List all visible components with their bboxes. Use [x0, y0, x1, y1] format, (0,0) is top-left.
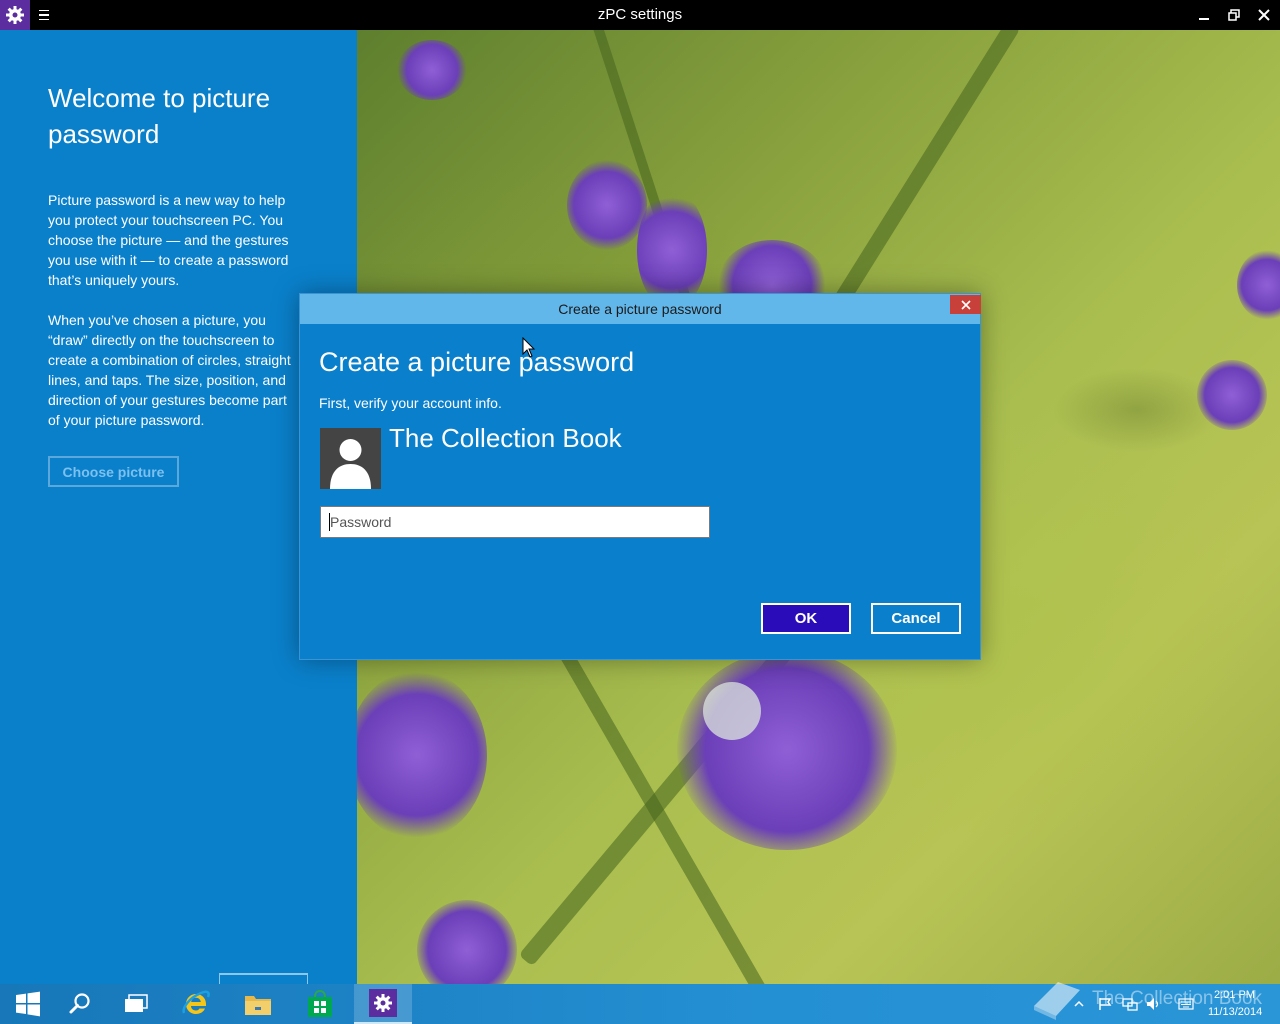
- dialog-close-button[interactable]: [950, 295, 981, 314]
- lavender-flower: [357, 670, 487, 840]
- window-titlebar: zPC settings: [0, 0, 1280, 30]
- close-icon: [1258, 9, 1270, 21]
- touch-point-indicator: [703, 682, 761, 740]
- lavender-flower: [637, 190, 707, 310]
- dialog-heading: Create a picture password: [319, 347, 635, 377]
- network-icon[interactable]: [1122, 996, 1138, 1012]
- lavender-flower: [567, 160, 647, 250]
- password-field[interactable]: [320, 506, 710, 538]
- account-name: The Collection Book: [389, 423, 622, 453]
- mouse-cursor-icon: [522, 337, 536, 358]
- search-button[interactable]: [52, 984, 108, 1024]
- flag-icon[interactable]: [1098, 996, 1112, 1012]
- internet-explorer-button[interactable]: [168, 984, 224, 1024]
- search-icon: [69, 993, 90, 1014]
- volume-icon[interactable]: [1146, 996, 1162, 1012]
- file-explorer-icon: [245, 996, 271, 1015]
- close-window-button[interactable]: [1248, 0, 1280, 30]
- settings-gear-icon: [369, 989, 397, 1017]
- file-explorer-button[interactable]: [230, 984, 286, 1024]
- settings-taskbar-button[interactable]: [354, 984, 412, 1024]
- close-icon: [960, 299, 971, 310]
- intro-paragraph: Picture password is a new way to help yo…: [48, 192, 289, 288]
- minimize-icon: [1199, 18, 1209, 20]
- lavender-flower: [1237, 250, 1280, 320]
- bottom-button-edge: [219, 973, 308, 984]
- gear-icon: [0, 0, 30, 30]
- start-button[interactable]: [0, 984, 56, 1024]
- ok-button[interactable]: OK: [761, 603, 851, 634]
- instructions-paragraph: When you’ve chosen a picture, you “draw”…: [48, 312, 291, 428]
- cancel-button[interactable]: Cancel: [871, 603, 961, 634]
- store-icon: [308, 989, 332, 1017]
- internet-explorer-icon: [182, 990, 210, 1014]
- dialog-title: Create a picture password: [558, 301, 722, 317]
- restore-icon: [1228, 9, 1240, 21]
- minimize-button[interactable]: [1188, 0, 1220, 30]
- clock-time[interactable]: 2:01 PM: [1214, 989, 1255, 1001]
- store-button[interactable]: [292, 984, 348, 1024]
- keyboard-icon[interactable]: [1178, 996, 1194, 1012]
- create-picture-password-dialog: Create a picture password Create a pictu…: [299, 293, 981, 660]
- task-view-button[interactable]: [108, 984, 164, 1024]
- lavender-flower: [677, 650, 897, 850]
- page-title: Welcome to picture password: [48, 83, 271, 149]
- chevron-up-icon[interactable]: [1074, 996, 1084, 1012]
- hamburger-menu-icon[interactable]: [34, 6, 54, 24]
- clock-date[interactable]: 11/13/2014: [1208, 1006, 1262, 1018]
- taskbar: The Collection Book 2:01 PM 11/13/2014: [0, 982, 1280, 1024]
- text-caret: [329, 513, 330, 531]
- lavender-flower: [417, 900, 517, 984]
- dialog-subtitle: First, verify your account info.: [319, 395, 502, 411]
- lavender-flower: [1197, 360, 1267, 430]
- lavender-flower: [397, 40, 467, 100]
- restore-button[interactable]: [1218, 0, 1250, 30]
- dialog-titlebar: Create a picture password: [300, 294, 980, 324]
- windows-start-icon: [16, 991, 40, 1017]
- choose-picture-button[interactable]: Choose picture: [48, 456, 179, 487]
- window-title: zPC settings: [597, 6, 683, 23]
- user-icon: [320, 428, 381, 489]
- task-view-icon: [125, 994, 148, 1012]
